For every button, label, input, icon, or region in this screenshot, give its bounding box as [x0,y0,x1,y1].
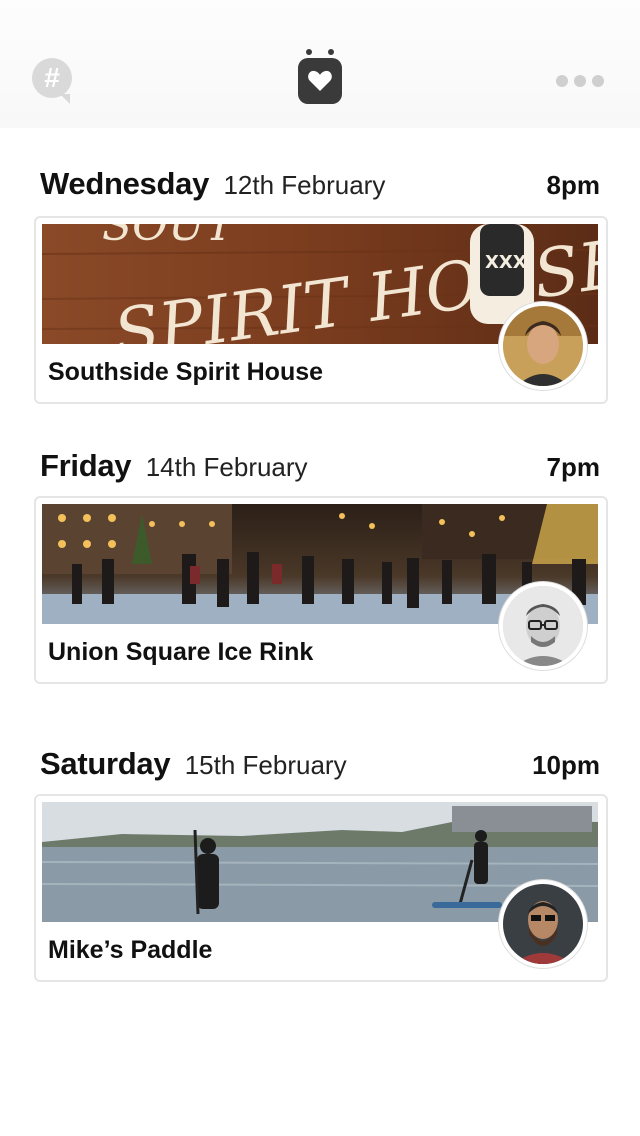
host-avatar[interactable] [499,302,587,390]
more-dots-icon[interactable] [556,74,610,87]
event-header: Saturday 15th February 10pm [40,746,600,786]
bottle-label-text: XXX [485,252,527,273]
event-title: Union Square Ice Rink [48,638,314,666]
host-avatar[interactable] [499,582,587,670]
event-day: Friday [40,448,132,483]
event-card[interactable]: Union Square Ice Rink [34,496,608,684]
event-card[interactable]: SOUT SPIRIT HOUSE XXX Southside Spirit H… [34,216,608,404]
event-day: Wednesday [40,166,210,201]
heart-logo-icon[interactable] [297,48,343,106]
event-title: Mike’s Paddle [48,936,213,964]
event-header: Friday 14th February 7pm [40,448,600,488]
event-time: 7pm [546,452,600,482]
hashtag-chat-icon[interactable]: # [32,58,72,104]
event-card[interactable]: Mike’s Paddle [34,794,608,982]
host-avatar[interactable] [499,880,587,968]
event-title: Southside Spirit House [48,358,324,386]
event-date: 15th February [184,750,347,780]
event-date: 14th February [145,452,308,482]
event-date: 12th February [223,170,386,200]
event-header: Wednesday 12th February 8pm [40,166,600,206]
top-bar: # [0,0,640,128]
event-time: 8pm [546,170,600,200]
svg-text:SOUT: SOUT [102,224,238,251]
event-day: Saturday [40,746,171,781]
event-time: 10pm [532,750,600,780]
